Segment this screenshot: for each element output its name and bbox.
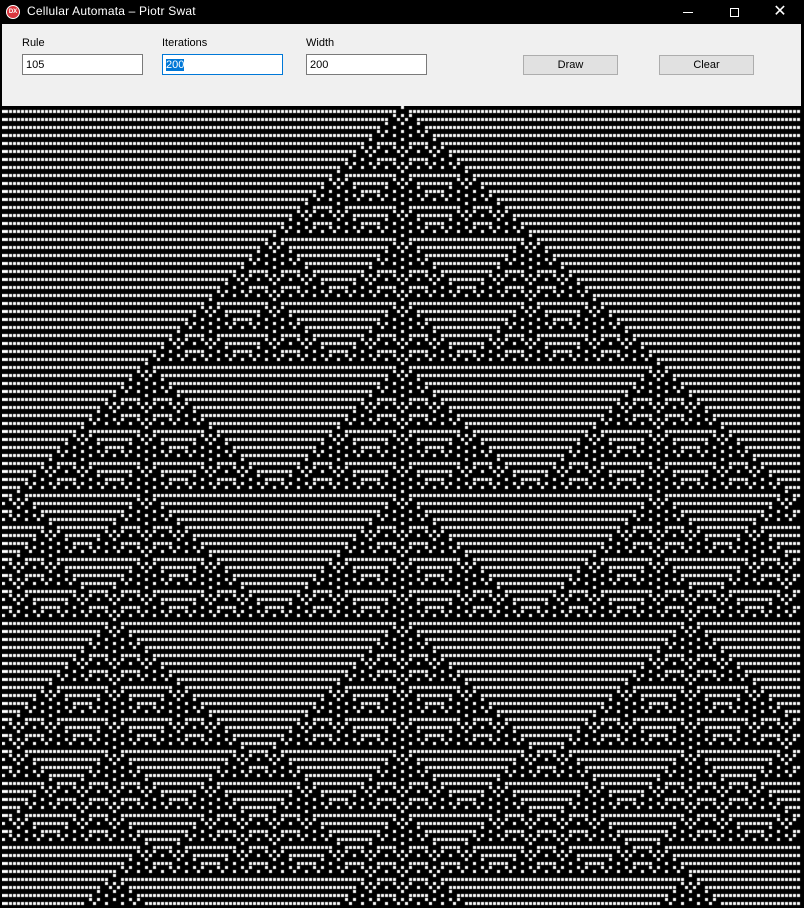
close-button[interactable]: ✕ <box>757 0 803 24</box>
title-bar: DX Cellular Automata – Piotr Swat ✕ <box>0 0 804 24</box>
iterations-input-value: 200 <box>166 59 185 71</box>
maximize-icon <box>729 7 739 17</box>
minimize-icon <box>683 11 693 13</box>
draw-button[interactable]: Draw <box>523 55 618 75</box>
close-icon: ✕ <box>773 3 787 20</box>
controls-panel: Rule 105 Iterations 200 Width 200 Draw C… <box>2 24 801 106</box>
maximize-button[interactable] <box>711 0 757 24</box>
rule-input-value: 105 <box>26 59 45 71</box>
iterations-label: Iterations <box>162 37 208 49</box>
width-input[interactable]: 200 <box>306 54 427 75</box>
window-title: Cellular Automata – Piotr Swat <box>27 4 196 18</box>
width-input-value: 200 <box>310 59 329 71</box>
iterations-input[interactable]: 200 <box>162 54 283 75</box>
app-icon: DX <box>6 5 20 19</box>
rule-input[interactable]: 105 <box>22 54 143 75</box>
rule-label: Rule <box>22 37 45 49</box>
automaton-canvas <box>2 106 801 906</box>
minimize-button[interactable] <box>665 0 711 24</box>
width-label: Width <box>306 37 335 49</box>
clear-button[interactable]: Clear <box>659 55 754 75</box>
